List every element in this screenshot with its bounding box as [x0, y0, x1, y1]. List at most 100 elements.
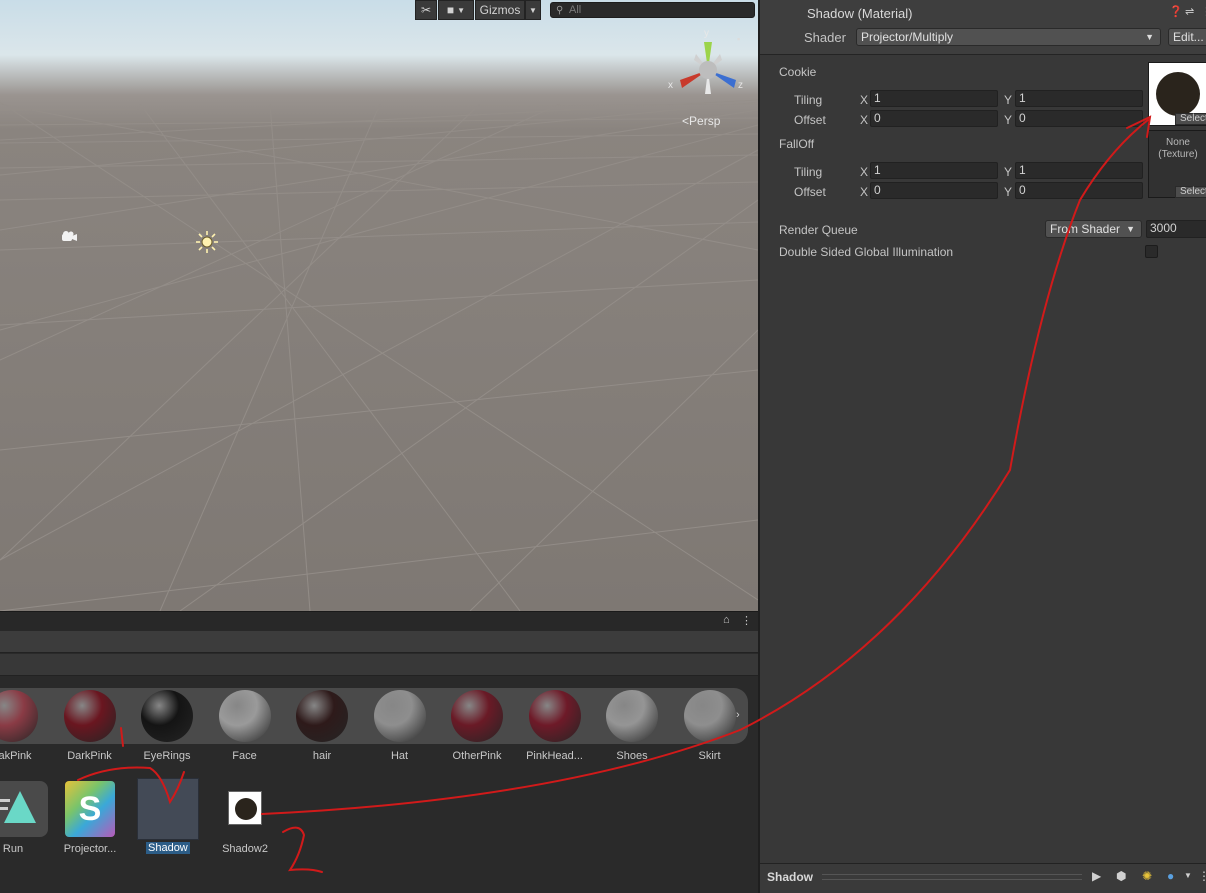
dsgi-label: Double Sided Global Illumination [779, 245, 954, 259]
perspective-toggle[interactable]: <Persp [682, 114, 720, 128]
scene-view[interactable]: ✂ ■ ▼ Gizmos ▼ ⚲ All y x z ▪ <Persp [0, 0, 758, 611]
scene-toolbar: ✂ ■ ▼ Gizmos ▼ ⚲ All [0, 0, 758, 20]
camera-gizmo-icon[interactable] [60, 230, 78, 244]
render-queue-label: Render Queue [779, 223, 858, 237]
sphere-preview-icon[interactable]: ● [1167, 869, 1174, 883]
shader-edit-button[interactable]: Edit... [1168, 28, 1206, 46]
material-label: DarkPink [67, 750, 112, 762]
material-sphere-eyerings[interactable] [141, 690, 193, 742]
tools-button[interactable]: ✂ [415, 0, 437, 20]
project-panel: ⌂ ⋮ ⚲ ◐ ◆ ★ ⊘9 oakPink DarkPink EyeRings Fa… [0, 611, 758, 893]
strip-collapse-chevron-icon[interactable]: › [736, 709, 740, 721]
directional-light-icon[interactable] [196, 231, 218, 253]
preview-footer: Shadow ▶ ⬢ ✺ ● ▼ ⋮ [760, 863, 1206, 893]
more-options-icon[interactable]: ⋮ [1198, 869, 1206, 883]
gizmos-label: Gizmos [479, 3, 521, 17]
material-label: Skirt [698, 750, 721, 762]
cookie-tiling-y-label: Y [1004, 93, 1013, 107]
asset-tile-run[interactable] [0, 781, 48, 837]
material-label: Face [232, 750, 257, 762]
cookie-select-button[interactable]: Select [1175, 113, 1206, 125]
gizmos-button[interactable]: Gizmos [475, 0, 525, 20]
falloff-tiling-label: Tiling [794, 165, 823, 179]
more-options-icon[interactable]: ⋮ [1201, 5, 1206, 18]
cookie-tiling-x-label: X [860, 93, 869, 107]
falloff-texture-none: None [1166, 137, 1190, 148]
cube-icon[interactable]: ⬢ [1116, 869, 1126, 883]
lock-icon[interactable]: ▪ [737, 34, 740, 44]
cookie-offset-label: Offset [794, 113, 826, 127]
axis-x-label: x [668, 80, 673, 91]
inspector-header: Shadow (Material) ❓ ⇌ ⋮ Shader Projector… [760, 0, 1206, 55]
material-sphere-pinkhead[interactable] [528, 690, 581, 742]
material-sphere-darkpink[interactable] [63, 690, 116, 742]
camera-icon: ■ [446, 3, 455, 17]
presets-icon[interactable]: ⇌ [1185, 5, 1194, 18]
falloff-select-button[interactable]: Select [1175, 186, 1206, 198]
material-sphere-otherpink[interactable] [451, 690, 503, 742]
cookie-offset-y-label: Y [1004, 113, 1013, 127]
cookie-tiling-label: Tiling [794, 93, 823, 107]
persp-chevron-icon: < [682, 114, 690, 128]
persp-label-text: Persp [689, 114, 721, 128]
help-icon[interactable]: ❓ [1169, 5, 1183, 18]
asset-tile-shadow2[interactable] [228, 791, 262, 825]
inspector-panel: Shadow (Material) ❓ ⇌ ⋮ Shader Projector… [758, 0, 1206, 893]
drag-handle[interactable] [822, 874, 1082, 880]
more-options-icon[interactable]: ⋮ [741, 614, 752, 627]
cookie-tiling-x-field[interactable]: 1 [870, 90, 998, 107]
material-sphere-face[interactable] [218, 690, 271, 742]
material-sphere-hat[interactable] [373, 690, 426, 742]
camera-dropdown[interactable]: ■ ▼ [438, 0, 474, 20]
render-queue-mode: From Shader [1050, 222, 1121, 236]
falloff-offset-y-field[interactable]: 0 [1015, 182, 1143, 199]
shader-s-icon: S [78, 790, 102, 828]
scene-search-input[interactable]: ⚲ All [550, 2, 755, 18]
material-label: hair [312, 750, 332, 762]
chevron-down-icon[interactable]: ▼ [1184, 871, 1192, 880]
chevron-down-icon: ▼ [457, 5, 466, 15]
cookie-label: Cookie [779, 65, 817, 79]
cookie-texture-preview [1156, 72, 1200, 116]
orientation-gizmo[interactable] [668, 30, 748, 102]
falloff-label: FallOff [779, 137, 815, 151]
falloff-texture-type: (Texture) [1158, 149, 1198, 160]
select-label: Select [1180, 186, 1206, 197]
falloff-offset-x-field[interactable]: 0 [870, 182, 998, 199]
cookie-offset-y-field[interactable]: 0 [1015, 110, 1143, 127]
material-label: EyeRings [143, 750, 191, 762]
light-toggle-icon[interactable]: ✺ [1142, 869, 1152, 883]
material-sphere-hair[interactable] [296, 690, 348, 742]
falloff-tiling-y-field[interactable]: 1 [1015, 162, 1143, 179]
gizmos-dropdown[interactable]: ▼ [525, 0, 541, 20]
dsgi-checkbox[interactable] [1145, 245, 1158, 258]
chevron-down-icon: ▼ [1126, 224, 1135, 234]
material-label: Shoes [616, 750, 648, 762]
falloff-texture-slot[interactable]: None (Texture) Select [1148, 130, 1206, 198]
material-label: Hat [390, 750, 409, 762]
render-queue-field[interactable]: 3000 [1146, 220, 1206, 238]
shader-dropdown[interactable]: Projector/Multiply ▼ [856, 28, 1161, 46]
falloff-tiling-x-field[interactable]: 1 [870, 162, 998, 179]
cookie-offset-x-field[interactable]: 0 [870, 110, 998, 127]
render-queue-dropdown[interactable]: From Shader ▼ [1045, 220, 1142, 238]
asset-tile-shadow[interactable] [137, 778, 199, 840]
material-sphere-shoes[interactable] [606, 690, 658, 742]
cookie-tiling-y-field[interactable]: 1 [1015, 90, 1143, 107]
shader-label: Shader [804, 30, 846, 45]
play-icon[interactable]: ▶ [1092, 869, 1101, 883]
asset-label-shadow: Shadow [146, 842, 190, 854]
asset-tile-projector[interactable]: S [65, 781, 115, 837]
falloff-offset-y-label: Y [1004, 185, 1013, 199]
cookie-dot-icon [235, 798, 257, 820]
material-label: OtherPink [452, 750, 502, 762]
asset-label-shadow2: Shadow2 [222, 843, 268, 855]
select-label: Select [1180, 113, 1206, 124]
lock-icon[interactable]: ⌂ [723, 614, 730, 626]
material-title: Shadow (Material) [807, 6, 913, 21]
cookie-texture-slot[interactable]: Select [1148, 62, 1206, 126]
search-icon: ⚲ [556, 5, 564, 16]
falloff-offset-label: Offset [794, 185, 826, 199]
scene-grid [0, 99, 758, 611]
material-sphere-skirt[interactable] [683, 690, 736, 742]
